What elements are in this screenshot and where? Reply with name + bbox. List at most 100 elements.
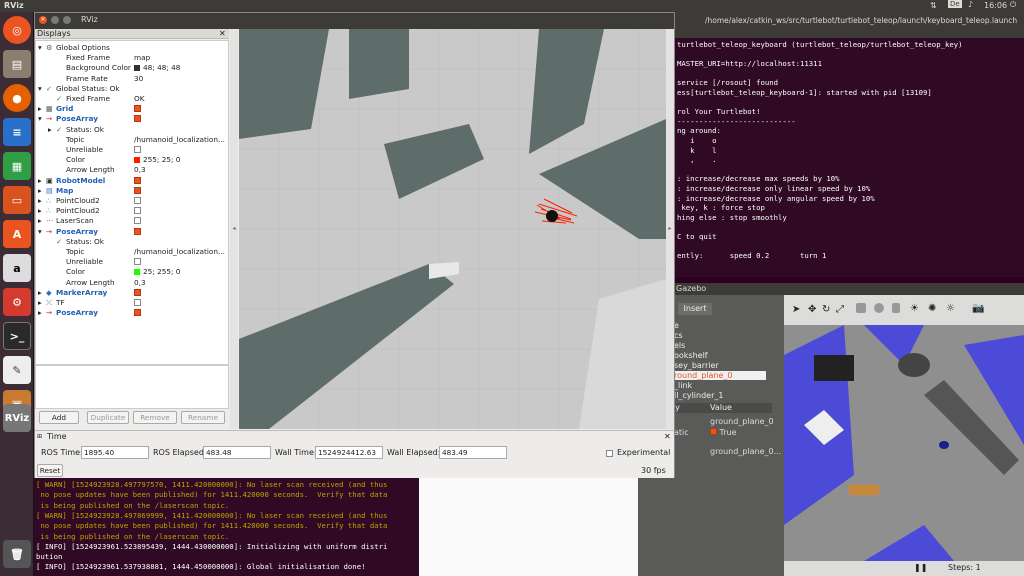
- display-enable-checkbox[interactable]: [134, 258, 141, 266]
- display-value[interactable]: 0,3: [134, 278, 146, 288]
- display-enable-checkbox[interactable]: [134, 207, 141, 215]
- display-enable-checkbox[interactable]: [134, 217, 141, 225]
- translate-tool-icon[interactable]: ✥: [808, 304, 816, 315]
- display-tree-row[interactable]: ✓ Fixed Frame OK: [36, 94, 228, 104]
- display-tree-row[interactable]: ▸ ∴ PointCloud2: [36, 206, 228, 216]
- rviz-window[interactable]: ✕ RViz Displays ✕ ▾ ⚙ Global Options Fixed …: [34, 12, 675, 478]
- display-tree-row[interactable]: Color 255; 25; 0: [36, 155, 228, 165]
- volume-icon[interactable]: ♪: [968, 0, 973, 9]
- model-tree-item[interactable]: sey_barrier: [674, 361, 719, 370]
- turtlebot-model[interactable]: [939, 441, 949, 449]
- rotate-tool-icon[interactable]: ↻: [822, 304, 830, 315]
- files-icon[interactable]: ▤: [3, 50, 31, 78]
- text-editor-icon[interactable]: ✎: [3, 356, 31, 384]
- remove-button[interactable]: Remove: [133, 411, 177, 424]
- ros-time-field[interactable]: 1895.40: [81, 446, 149, 459]
- rename-button[interactable]: Rename: [181, 411, 225, 424]
- model-tree-item[interactable]: ll_cylinder_1: [674, 391, 723, 400]
- minimize-icon[interactable]: [51, 16, 59, 24]
- expand-arrow-icon[interactable]: ▾: [38, 84, 42, 94]
- display-tree-row[interactable]: ▸ ⤫ TF: [36, 298, 228, 308]
- prop-static-value[interactable]: True: [710, 428, 737, 437]
- ros-elapsed-field[interactable]: 483.48: [203, 446, 271, 459]
- display-tree-row[interactable]: Unreliable: [36, 145, 228, 155]
- display-enable-checkbox[interactable]: [134, 309, 141, 317]
- expand-arrow-icon[interactable]: ▸: [38, 298, 42, 308]
- steps-label[interactable]: Steps: 1: [948, 563, 981, 572]
- expand-arrow-icon[interactable]: ▸: [38, 216, 42, 226]
- rviz-icon[interactable]: RViz: [3, 404, 31, 432]
- display-value[interactable]: OK: [134, 94, 145, 104]
- ubuntu-logo-icon[interactable]: ◎: [3, 16, 31, 44]
- display-tree-row[interactable]: Arrow Length 0,3: [36, 278, 228, 288]
- amazon-icon[interactable]: a: [3, 254, 31, 282]
- display-tree-row[interactable]: ▾ ✓ Global Status: Ok: [36, 84, 228, 94]
- collapse-left-handle[interactable]: ◂: [230, 29, 238, 429]
- network-icon[interactable]: ⇅: [930, 1, 937, 10]
- pause-icon[interactable]: ❚❚: [914, 563, 927, 572]
- display-enable-checkbox[interactable]: [134, 176, 141, 184]
- expand-arrow-icon[interactable]: ▾: [38, 43, 42, 53]
- directional-light-icon[interactable]: ☼: [946, 303, 955, 314]
- display-tree-row[interactable]: ▸ ✓ Status: Ok: [36, 125, 228, 135]
- display-tree-row[interactable]: ▸ ▦ Grid: [36, 104, 228, 114]
- display-value[interactable]: /humanoid_localization...: [134, 247, 225, 257]
- display-enable-checkbox[interactable]: [134, 197, 141, 204]
- settings-icon[interactable]: ⚙: [3, 288, 31, 316]
- gazebo-3d-view[interactable]: [784, 325, 1024, 561]
- cylinder-shape-icon[interactable]: [892, 303, 900, 313]
- display-value[interactable]: 0,3: [134, 165, 146, 175]
- cylinder-model[interactable]: [898, 353, 930, 377]
- color-swatch[interactable]: [134, 269, 140, 276]
- model-tree-item[interactable]: els: [674, 341, 685, 350]
- display-tree-row[interactable]: Topic/humanoid_localization...: [36, 135, 228, 145]
- display-value[interactable]: /humanoid_localization...: [134, 135, 225, 145]
- wall-time-field[interactable]: 1524924412.63: [315, 446, 383, 459]
- display-value[interactable]: 255; 25; 0: [143, 155, 180, 165]
- display-tree-row[interactable]: Topic/humanoid_localization...: [36, 247, 228, 257]
- expand-arrow-icon[interactable]: ▸: [38, 196, 42, 206]
- display-enable-checkbox[interactable]: [134, 105, 141, 113]
- display-enable-checkbox[interactable]: [134, 299, 141, 306]
- displays-tree[interactable]: ▾ ⚙ Global Options Fixed Frame map Background…: [35, 40, 229, 365]
- close-icon[interactable]: ✕: [219, 29, 226, 38]
- display-tree-row[interactable]: Color 25; 255; 0: [36, 267, 228, 277]
- add-button[interactable]: Add: [39, 411, 79, 424]
- display-enable-checkbox[interactable]: [134, 288, 141, 296]
- reset-button[interactable]: Reset: [37, 464, 63, 477]
- display-value[interactable]: 25; 255; 0: [143, 267, 180, 277]
- tab-insert[interactable]: Insert: [678, 303, 712, 315]
- teleop-terminal-window[interactable]: /home/alex/catkin_ws/src/turtlebot/turtl…: [665, 12, 1024, 277]
- expand-arrow-icon[interactable]: ▸: [38, 206, 42, 216]
- map-3d-view[interactable]: [239, 29, 666, 429]
- display-tree-row[interactable]: Frame Rate 30: [36, 74, 228, 84]
- calc-icon[interactable]: ▦: [3, 152, 31, 180]
- expand-arrow-icon[interactable]: ▸: [38, 176, 42, 186]
- display-enable-checkbox[interactable]: [134, 227, 141, 235]
- box-shape-icon[interactable]: [856, 303, 866, 313]
- display-enable-checkbox[interactable]: [134, 146, 141, 153]
- display-tree-row[interactable]: Fixed Frame map: [36, 53, 228, 63]
- display-tree-row[interactable]: ▾ ⇝ PoseArray: [36, 227, 228, 237]
- expand-arrow-icon[interactable]: ▾: [38, 227, 42, 237]
- display-tree-row[interactable]: ✓ Status: Ok: [36, 237, 228, 247]
- gazebo-window[interactable]: Gazebo Insert e cs els ookshelf sey_barrier r…: [638, 283, 1024, 576]
- model-tree-item[interactable]: _link: [674, 381, 692, 390]
- display-tree-row[interactable]: ▸ ∴ PointCloud2: [36, 196, 228, 206]
- sphere-shape-icon[interactable]: [874, 303, 884, 313]
- bookshelf-model[interactable]: [814, 355, 854, 381]
- display-value[interactable]: map: [134, 53, 150, 63]
- model-tree-item[interactable]: ookshelf: [674, 351, 708, 360]
- close-icon[interactable]: ✕: [664, 432, 671, 441]
- expand-arrow-icon[interactable]: ▾: [38, 114, 42, 124]
- screenshot-icon[interactable]: 📷: [972, 303, 984, 314]
- display-enable-checkbox[interactable]: [134, 186, 141, 194]
- expand-arrow-icon[interactable]: ▸: [48, 125, 52, 135]
- terminal-icon[interactable]: >_: [3, 322, 31, 350]
- trash-icon[interactable]: 🗑: [3, 540, 31, 568]
- display-tree-row[interactable]: ▸ ◆ MarkerArray: [36, 288, 228, 298]
- wall-elapsed-field[interactable]: 483.49: [439, 446, 507, 459]
- firefox-icon[interactable]: ●: [3, 84, 31, 112]
- point-light-icon[interactable]: ☀: [910, 303, 919, 314]
- display-tree-row[interactable]: Background Color 48; 48; 48: [36, 63, 228, 73]
